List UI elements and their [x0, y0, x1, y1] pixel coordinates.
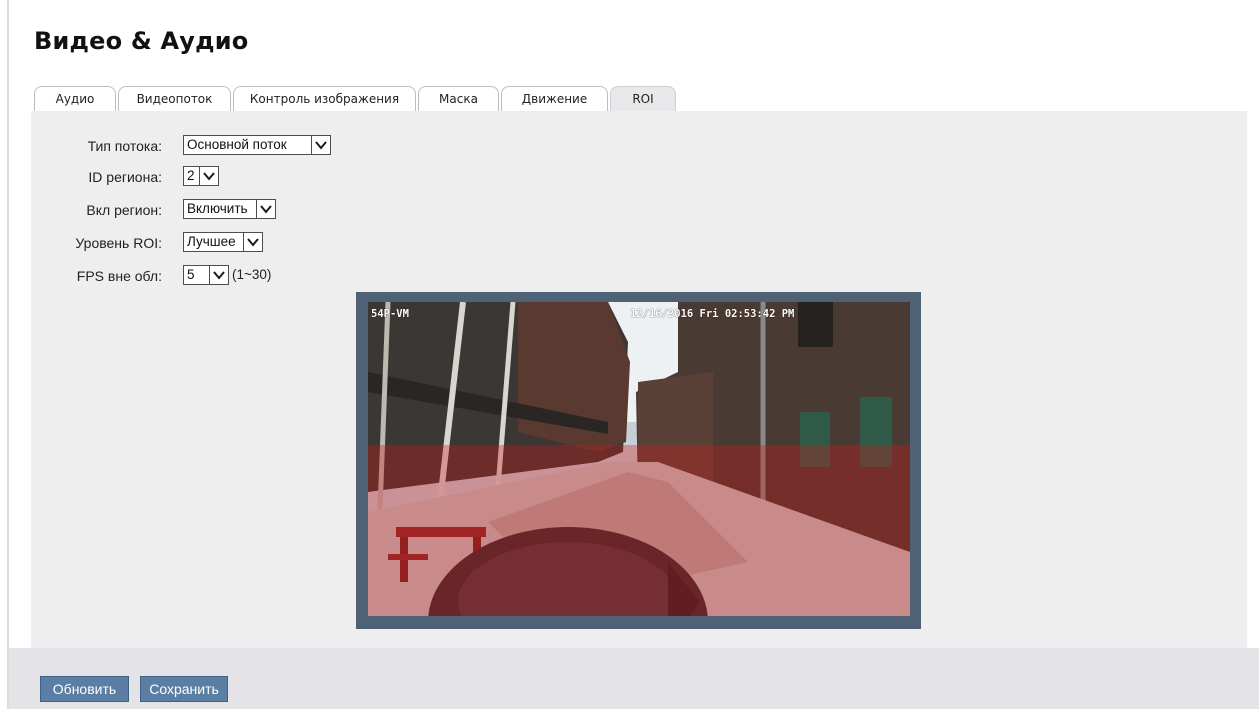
- fps-outside-row: FPS вне обл:: [40, 266, 162, 288]
- chevron-down-icon: [311, 136, 330, 154]
- stream-type-select[interactable]: Основной поток: [183, 135, 331, 155]
- stream-type-value: Основной поток: [187, 137, 287, 152]
- tab-audio[interactable]: Аудио: [34, 86, 116, 111]
- chevron-down-icon: [199, 167, 218, 185]
- tab-roi[interactable]: ROI: [610, 86, 676, 111]
- region-enable-value: Включить: [187, 201, 248, 216]
- region-enable-row: Вкл регион:: [40, 200, 162, 222]
- page-title: Видео & Аудио: [34, 27, 249, 55]
- fps-outside-select[interactable]: 5: [183, 265, 229, 285]
- region-enable-label: Вкл регион:: [86, 202, 162, 218]
- region-id-value: 2: [187, 168, 195, 183]
- roi-level-label: Уровень ROI:: [75, 235, 162, 251]
- camera-snapshot[interactable]: 54P-VM 12/16/2016 Fri 02:53:42 PM: [368, 302, 910, 616]
- roi-region-overlay[interactable]: [368, 445, 910, 616]
- tab-video-stream[interactable]: Видеопоток: [118, 86, 231, 111]
- roi-level-select[interactable]: Лучшее: [183, 232, 263, 252]
- fps-outside-value: 5: [187, 267, 195, 282]
- chevron-down-icon: [209, 266, 228, 284]
- fps-range-hint: (1~30): [232, 267, 272, 282]
- osd-timestamp: 12/16/2016 Fri 02:53:42 PM: [630, 308, 795, 320]
- region-id-label: ID региона:: [88, 169, 162, 185]
- region-enable-select[interactable]: Включить: [183, 199, 276, 219]
- tab-mask[interactable]: Маска: [418, 86, 499, 111]
- stream-type-row: Тип потока:: [40, 136, 162, 158]
- left-rule: [7, 0, 9, 709]
- fps-outside-label: FPS вне обл:: [76, 268, 162, 284]
- chevron-down-icon: [256, 200, 275, 218]
- chevron-down-icon: [243, 233, 262, 251]
- region-id-select[interactable]: 2: [183, 166, 219, 186]
- roi-level-value: Лучшее: [187, 234, 236, 249]
- osd-camera-name: 54P-VM: [371, 308, 409, 320]
- refresh-button[interactable]: Обновить: [40, 676, 129, 702]
- roi-level-row: Уровень ROI:: [40, 233, 162, 255]
- stream-type-label: Тип потока:: [87, 138, 162, 154]
- region-id-row: ID региона:: [40, 167, 162, 189]
- tab-motion[interactable]: Движение: [501, 86, 608, 111]
- save-button[interactable]: Сохранить: [140, 676, 228, 702]
- tab-image-control[interactable]: Контроль изображения: [233, 86, 416, 111]
- video-preview-frame: 54P-VM 12/16/2016 Fri 02:53:42 PM: [356, 292, 921, 629]
